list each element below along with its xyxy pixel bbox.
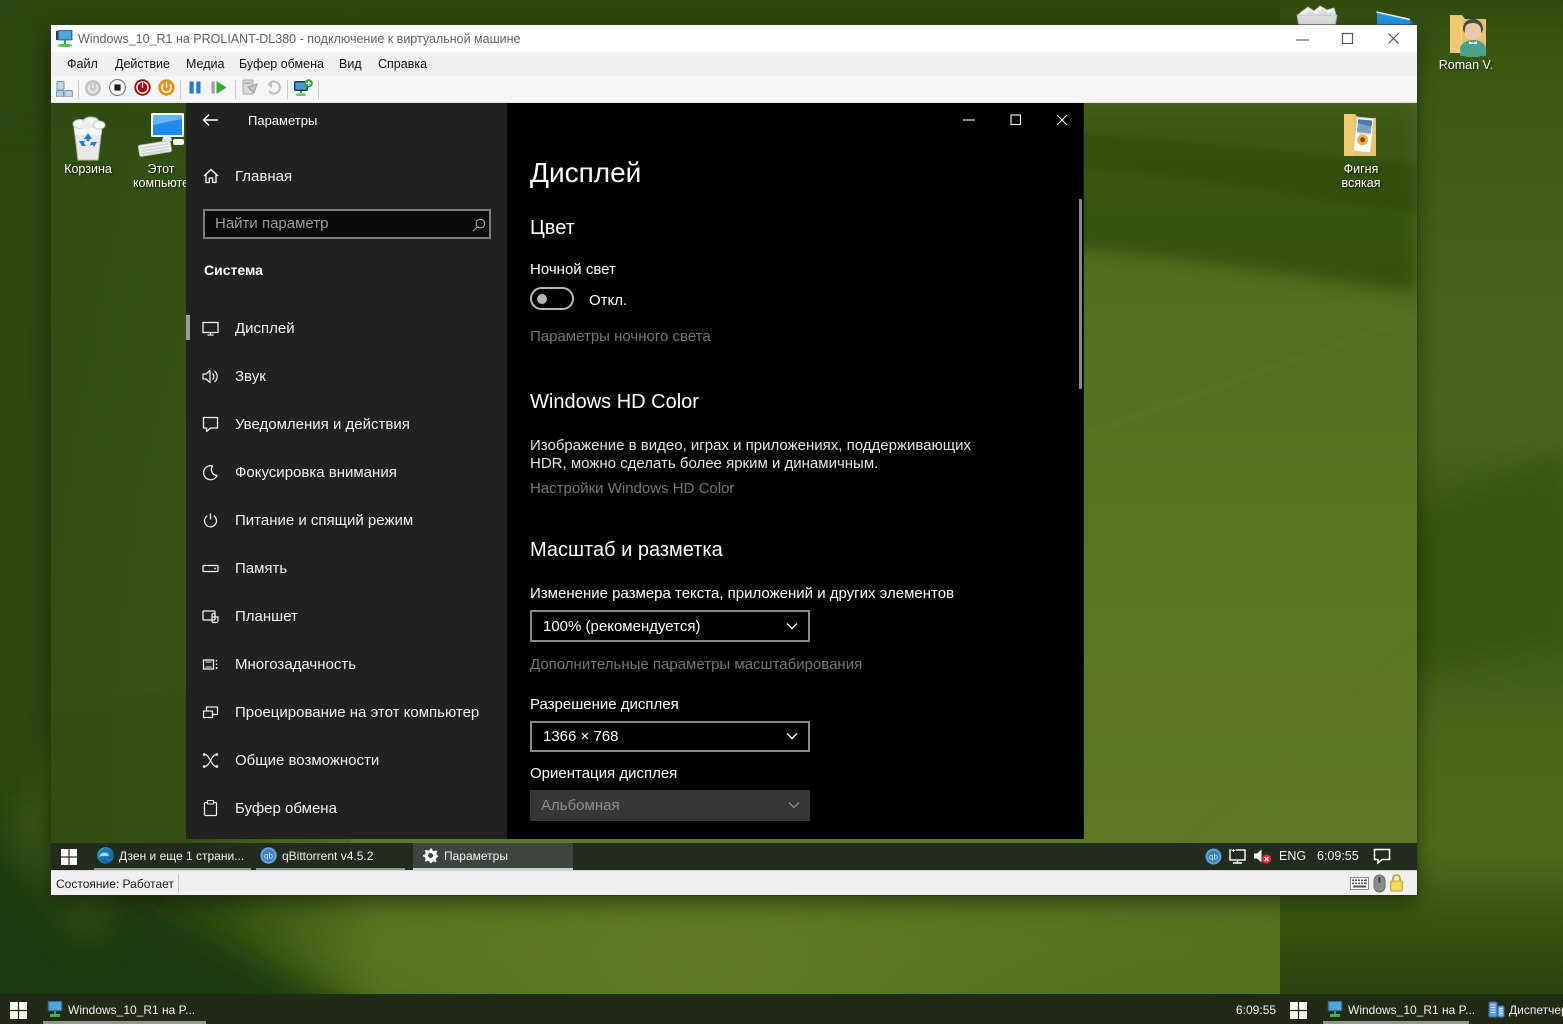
svg-text:qb: qb xyxy=(1209,853,1218,862)
svg-text:qb: qb xyxy=(264,852,273,861)
